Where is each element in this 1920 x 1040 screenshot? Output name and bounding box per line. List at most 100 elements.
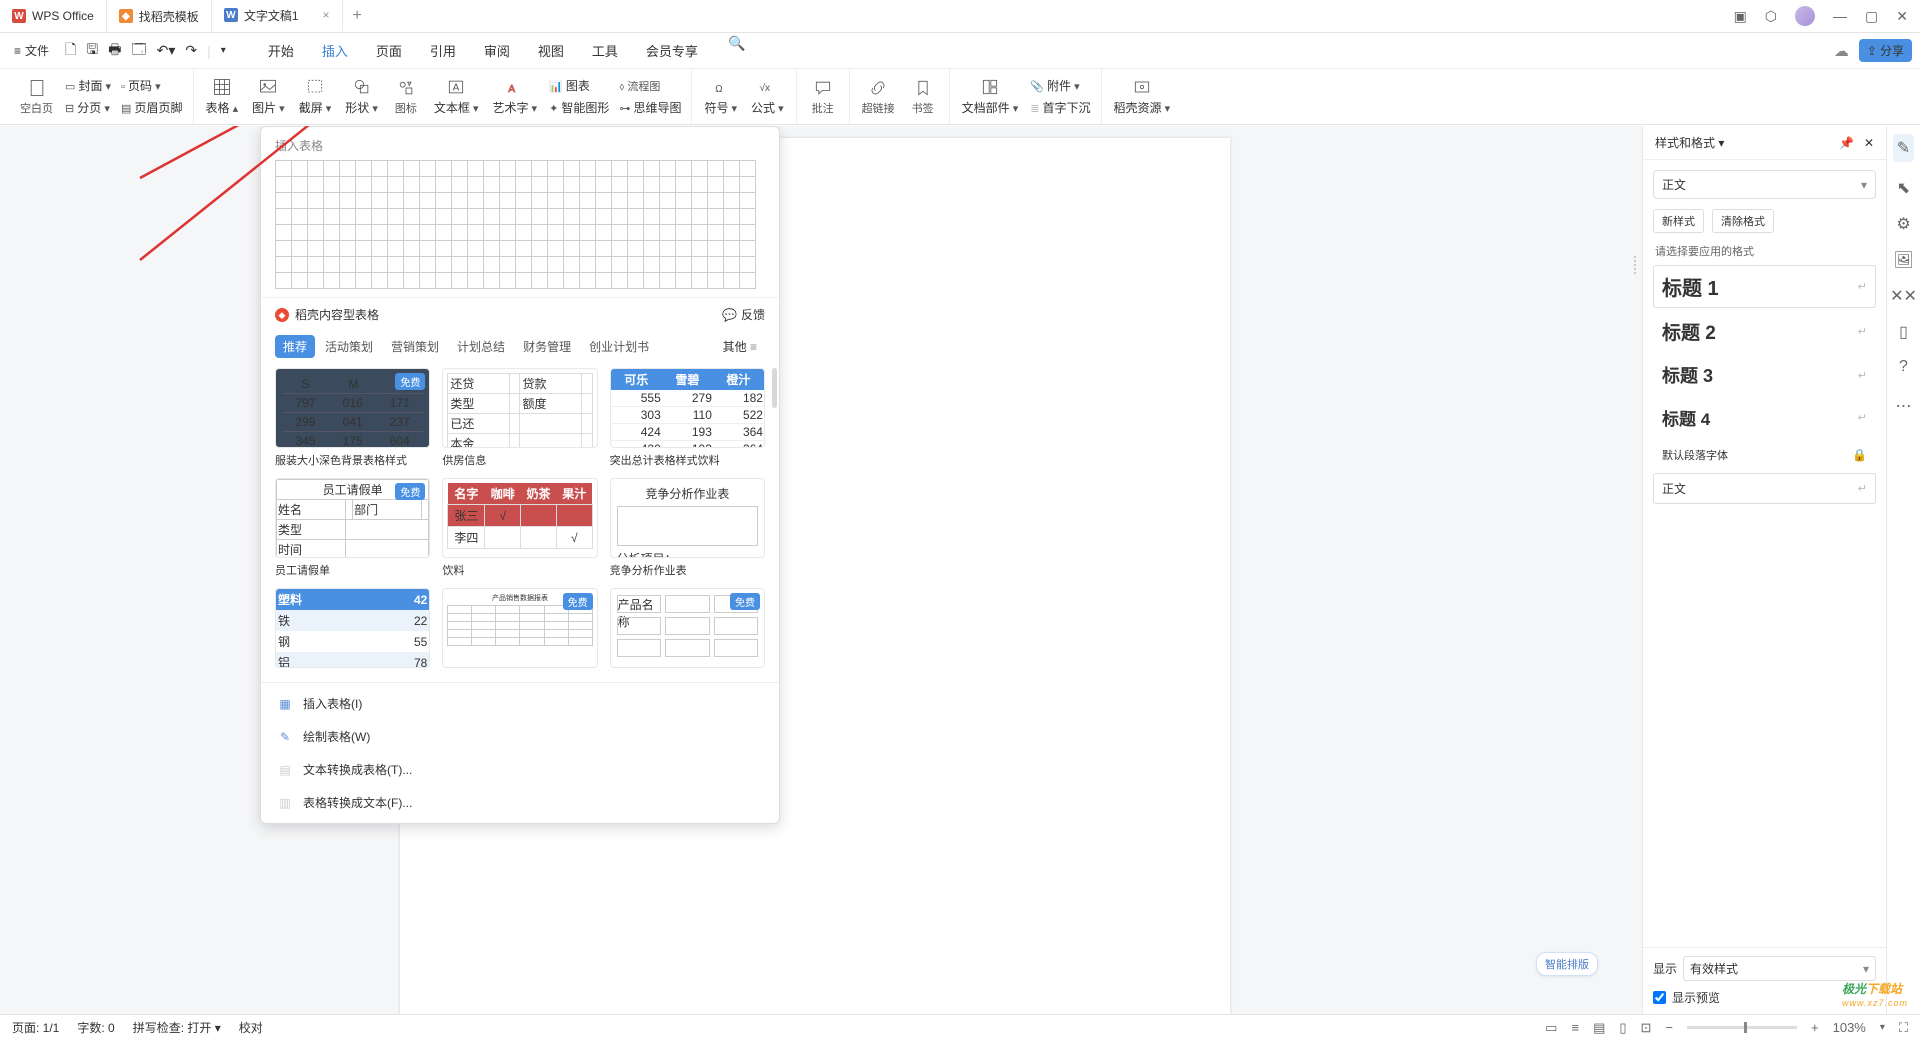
maximize-icon[interactable]: ▢: [1865, 8, 1878, 25]
layout-read-icon[interactable]: ▯: [1619, 1020, 1626, 1036]
status-spell[interactable]: 拼写检查: 打开 ▾: [133, 1019, 221, 1036]
status-proof[interactable]: 校对: [239, 1019, 263, 1036]
fit-icon[interactable]: ⊡: [1641, 1020, 1652, 1036]
tab-view[interactable]: 视图: [526, 35, 576, 66]
formula-button[interactable]: √x公式 ▾: [745, 75, 790, 118]
file-menu[interactable]: ≡ 文件: [8, 38, 55, 63]
header-footer-button[interactable]: ▤ 页眉页脚: [117, 97, 186, 118]
screenshot-button[interactable]: 截屏 ▾: [293, 75, 338, 118]
template-item[interactable]: 免费员工请假单姓名部门类型时间审批主管 员工请假单: [275, 478, 430, 578]
more-icon[interactable]: ⋯: [1896, 396, 1912, 416]
tab-insert[interactable]: 插入: [310, 35, 360, 66]
zoom-in-icon[interactable]: +: [1811, 1020, 1819, 1035]
ruler-icon[interactable]: ✕✕: [1890, 286, 1917, 306]
feedback-link[interactable]: 💬反馈: [722, 306, 765, 323]
template-scrollbar[interactable]: [772, 368, 777, 408]
cat-other[interactable]: 其他 ≡: [715, 335, 765, 358]
new-tab-button[interactable]: +: [343, 7, 372, 25]
flowchart-button[interactable]: ⬨ 流程图: [615, 76, 685, 96]
comment-button[interactable]: 批注: [803, 76, 843, 118]
new-doc-icon[interactable]: 🗋: [65, 39, 76, 63]
undo-icon[interactable]: ↶▾: [157, 42, 176, 59]
style-heading1[interactable]: 标题 1↵: [1653, 265, 1876, 308]
style-heading2[interactable]: 标题 2↵: [1653, 311, 1876, 352]
cat-activity[interactable]: 活动策划: [317, 335, 381, 358]
status-words[interactable]: 字数: 0: [77, 1019, 114, 1036]
cloud-sync-icon[interactable]: ☁: [1834, 42, 1849, 60]
tab-reference[interactable]: 引用: [418, 35, 468, 66]
zoom-dropdown-icon[interactable]: ▾: [1880, 1022, 1885, 1033]
tab-tools[interactable]: 工具: [580, 35, 630, 66]
blank-page-button[interactable]: 空白页: [14, 76, 59, 118]
image-tool-icon[interactable]: 🖼: [1893, 250, 1913, 270]
symbol-button[interactable]: Ω符号 ▾: [698, 75, 743, 118]
template-item[interactable]: 可乐雪碧橙汁5552791823031105224241933644201933…: [610, 368, 765, 468]
cover-button[interactable]: ▭ 封面 ▾: [61, 75, 115, 96]
icon-button[interactable]: 图标: [386, 76, 426, 118]
qat-dropdown-icon[interactable]: ▾: [221, 45, 226, 56]
artword-button[interactable]: A艺术字 ▾: [486, 75, 543, 118]
smart-layout-badge[interactable]: 智能排版: [1536, 952, 1598, 976]
table-button[interactable]: 表格 ▴: [200, 75, 245, 118]
template-item[interactable]: 免费 SML 797016171 299041237 345175604 384…: [275, 368, 430, 468]
cube-icon[interactable]: ⬡: [1765, 8, 1777, 25]
tab-page[interactable]: 页面: [364, 35, 414, 66]
template-item[interactable]: 还贷贷款类型额度已还本金利率 供房信息: [442, 368, 597, 468]
chart-button[interactable]: 📊 图表: [545, 75, 613, 96]
pin-icon[interactable]: 📌: [1839, 136, 1854, 150]
tab-wps-home[interactable]: W WPS Office: [0, 0, 107, 32]
draw-table-menuitem[interactable]: ✎绘制表格(W): [261, 720, 779, 753]
hyperlink-button[interactable]: 超链接: [856, 76, 901, 118]
style-body[interactable]: 正文↵: [1653, 473, 1876, 504]
bookmark-button[interactable]: 书签: [903, 76, 943, 118]
print-preview-icon[interactable]: 🗔: [131, 39, 146, 63]
search-icon[interactable]: 🔍: [728, 35, 745, 66]
template-item[interactable]: 竞争分析作业表分析项目：____ 竞争分析作业表: [610, 478, 765, 578]
layout-page-icon[interactable]: ▭: [1545, 1020, 1557, 1036]
settings-icon[interactable]: ⚙: [1896, 214, 1910, 234]
docpart-button[interactable]: 文档部件 ▾: [956, 75, 1025, 118]
tab-document[interactable]: W 文字文稿1 ×: [212, 0, 343, 32]
avatar[interactable]: [1795, 6, 1815, 26]
mindmap-button[interactable]: ⊶ 思维导图: [615, 97, 685, 118]
cat-finance[interactable]: 财务管理: [515, 335, 579, 358]
style-default-para[interactable]: 默认段落字体🔒: [1653, 440, 1876, 470]
template-item[interactable]: 免费产品名称: [610, 588, 765, 672]
reader-mode-icon[interactable]: ▣: [1734, 8, 1747, 25]
zoom-value[interactable]: 103%: [1833, 1020, 1866, 1035]
resource-button[interactable]: 稻壳资源 ▾: [1108, 75, 1177, 118]
book-icon[interactable]: ▯: [1899, 322, 1908, 342]
pagenum-button[interactable]: ▫ 页码 ▾: [117, 75, 186, 96]
template-item[interactable]: 免费产品销售数据报表: [442, 588, 597, 672]
split-button[interactable]: ⊟ 分页 ▾: [61, 97, 115, 118]
tab-review[interactable]: 审阅: [472, 35, 522, 66]
show-select[interactable]: 有效样式▾: [1683, 956, 1876, 981]
cat-marketing[interactable]: 营销策划: [383, 335, 447, 358]
cat-business[interactable]: 创业计划书: [581, 335, 657, 358]
select-icon[interactable]: ⬉: [1897, 178, 1910, 198]
tab-start[interactable]: 开始: [256, 35, 306, 66]
style-heading3[interactable]: 标题 3↵: [1653, 355, 1876, 395]
smart-button[interactable]: ✦ 智能图形: [545, 97, 613, 118]
print-icon[interactable]: 🖶: [108, 39, 121, 63]
layout-web-icon[interactable]: ▤: [1593, 1020, 1605, 1036]
insert-table-menuitem[interactable]: ▦插入表格(I): [261, 687, 779, 720]
tab-templates[interactable]: ◆ 找稻壳模板: [107, 0, 212, 32]
attach-button[interactable]: 📎 附件 ▾: [1026, 75, 1094, 96]
template-item[interactable]: 名字咖啡奶茶果汁张三√李四√ 饮料: [442, 478, 597, 578]
shape-button[interactable]: 形状 ▾: [339, 75, 384, 118]
zoom-slider[interactable]: [1687, 1026, 1797, 1029]
fullscreen-icon[interactable]: ⛶: [1899, 1020, 1908, 1036]
cat-plan[interactable]: 计划总结: [449, 335, 513, 358]
layout-outline-icon[interactable]: ≡: [1571, 1020, 1579, 1035]
current-style-select[interactable]: 正文▾: [1653, 170, 1876, 199]
new-style-button[interactable]: 新样式: [1653, 209, 1704, 233]
tab-vip[interactable]: 会员专享: [634, 35, 710, 66]
zoom-out-icon[interactable]: −: [1665, 1020, 1673, 1035]
close-icon[interactable]: ×: [323, 8, 330, 22]
textbox-button[interactable]: A文本框 ▾: [428, 75, 485, 118]
help-icon[interactable]: ?: [1899, 358, 1908, 376]
table-grid-picker[interactable]: [261, 160, 779, 297]
clear-format-button[interactable]: 清除格式: [1712, 209, 1774, 233]
preview-checkbox[interactable]: [1653, 991, 1666, 1004]
